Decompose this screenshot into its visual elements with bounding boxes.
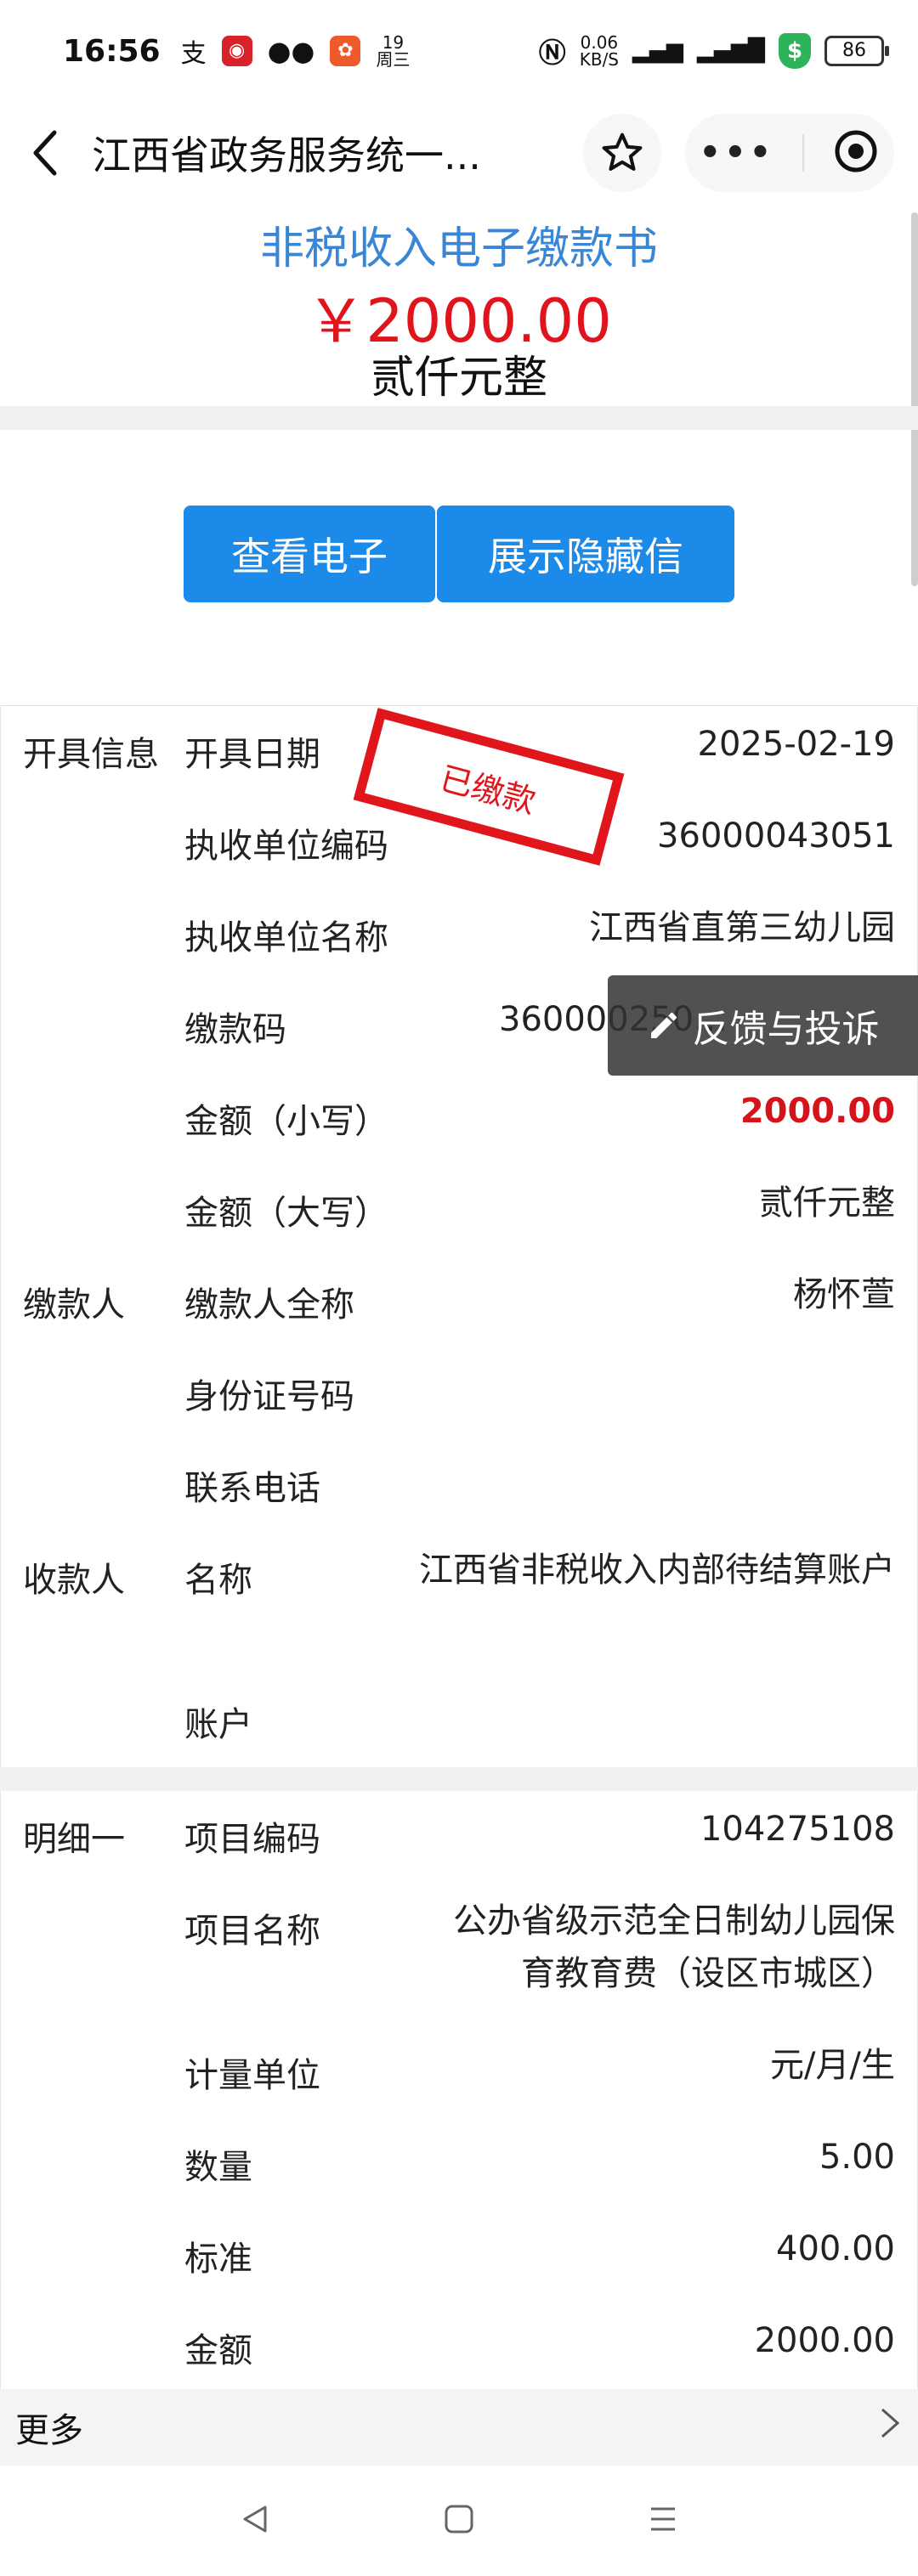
category-label: 缴款人 bbox=[23, 1285, 125, 1325]
more-bar[interactable]: 更多 bbox=[0, 2389, 918, 2466]
field-label: 金额（大写） bbox=[184, 1194, 388, 1233]
field-label: 计量单位 bbox=[184, 2056, 320, 2095]
more-dots-icon[interactable]: ••• bbox=[700, 133, 775, 172]
screen: 16:56 支 ◉ ●● ✿ 19 周三 Ⓝ 0.06 KB/S ▂▄▆ ▂▄▆… bbox=[0, 0, 918, 2576]
nfc-icon: Ⓝ bbox=[538, 37, 566, 69]
shopping-app-icon: ✿ bbox=[330, 36, 361, 66]
alipay-icon: 支 bbox=[180, 39, 207, 69]
amount-in-words: 贰仟元整 bbox=[370, 353, 547, 404]
section-divider bbox=[0, 406, 918, 430]
table-row: 缴款人 缴款人全称 杨怀萱 bbox=[1, 1257, 917, 1348]
table-row: 联系电话 bbox=[1, 1440, 917, 1532]
show-hidden-info-button[interactable]: 展示隐藏信 bbox=[437, 506, 734, 602]
field-value: 江西省非税收入内部待结算账户 bbox=[419, 1551, 895, 1590]
top-nav-bar: 江西省政务服务统一... ••• bbox=[0, 102, 918, 204]
field-label: 项目名称 bbox=[184, 1912, 320, 1951]
chevron-right-icon bbox=[877, 2406, 903, 2449]
edit-pencil-icon bbox=[650, 1012, 677, 1038]
field-label: 名称 bbox=[184, 1561, 252, 1600]
table-row: 金额（大写） 贰仟元整 bbox=[1, 1165, 917, 1257]
favorite-star-button[interactable] bbox=[583, 114, 661, 192]
category-label: 开具信息 bbox=[23, 735, 159, 774]
field-value bbox=[439, 1432, 917, 1532]
status-time: 16:56 bbox=[63, 33, 161, 69]
field-label: 账户 bbox=[184, 1705, 252, 1744]
field-value: 公办省级示范全日制幼儿园保育教育费（设区市城区） bbox=[453, 1901, 895, 1993]
table-row: 账户 bbox=[1, 1676, 917, 1768]
field-label: 项目编码 bbox=[184, 1820, 320, 1859]
field-value: 400.00 bbox=[776, 2229, 895, 2268]
table-row: 明细一 项目编码 104275108 bbox=[1, 1791, 917, 1883]
nav-menu-icon[interactable] bbox=[646, 2502, 680, 2539]
field-value: 2000.00 bbox=[754, 2321, 895, 2360]
signal-5g-icon: ▂▄▆█ bbox=[697, 38, 765, 64]
table-row: 收款人 名称 江西省非税收入内部待结算账户 bbox=[1, 1532, 917, 1676]
table-row: 标准 400.00 bbox=[1, 2211, 917, 2302]
table-row: 计量单位 元/月/生 bbox=[1, 2027, 917, 2119]
nav-back-icon[interactable] bbox=[238, 2502, 272, 2539]
star-icon bbox=[602, 133, 643, 171]
table-row: 执收单位名称 江西省直第三幼儿园 bbox=[1, 890, 917, 981]
miniapp-capsule: ••• bbox=[685, 114, 894, 192]
detail-table: 明细一 项目编码 104275108 项目名称 公办省级示范全日制幼儿园保育教育… bbox=[0, 1791, 918, 2394]
field-value: 2000.00 bbox=[740, 1092, 895, 1131]
invoice-info-table: 开具信息 开具日期 2025-02-19 执收单位编码 36000043051 … bbox=[0, 705, 918, 1768]
table-row: 金额（小写） 2000.00 bbox=[1, 1073, 917, 1165]
document-title: 非税收入电子缴款书 bbox=[259, 223, 658, 274]
field-value: 5.00 bbox=[819, 2138, 895, 2177]
field-label: 联系电话 bbox=[184, 1469, 320, 1508]
feedback-button[interactable]: 反馈与投诉 bbox=[608, 975, 918, 1076]
table-row: 金额 2000.00 bbox=[1, 2302, 917, 2394]
field-label: 标准 bbox=[184, 2240, 252, 2279]
field-value bbox=[439, 1340, 917, 1440]
page-title: 江西省政务服务统一... bbox=[92, 133, 481, 178]
more-label: 更多 bbox=[15, 2411, 83, 2450]
table-row: 项目名称 公办省级示范全日制幼儿园保育教育费（设区市城区） bbox=[1, 1883, 917, 2027]
table-row: 身份证号码 bbox=[1, 1348, 917, 1440]
field-label: 数量 bbox=[184, 2148, 252, 2187]
category-label: 明细一 bbox=[23, 1820, 125, 1859]
status-bar: 16:56 支 ◉ ●● ✿ 19 周三 Ⓝ 0.06 KB/S ▂▄▆ ▂▄▆… bbox=[0, 0, 918, 102]
notification-icons: 支 ◉ ●● ✿ 19 周三 bbox=[181, 32, 411, 70]
nav-actions: ••• bbox=[583, 114, 894, 192]
field-label: 缴款人全称 bbox=[184, 1285, 354, 1325]
view-electronic-button[interactable]: 查看电子 bbox=[184, 506, 435, 602]
field-label: 执收单位名称 bbox=[184, 918, 388, 958]
signal-4g-icon: ▂▄▆ bbox=[632, 38, 684, 64]
action-buttons: 查看电子 展示隐藏信 bbox=[184, 506, 734, 602]
field-value bbox=[439, 1668, 917, 1768]
system-status: Ⓝ 0.06 KB/S ▂▄▆ ▂▄▆█ $ 86 bbox=[538, 31, 889, 71]
battery-indicator: 86 bbox=[824, 36, 889, 66]
field-value: 元/月/生 bbox=[770, 2046, 895, 2085]
close-target-icon[interactable] bbox=[832, 127, 880, 178]
system-nav-bar bbox=[0, 2466, 918, 2576]
field-value: 江西省直第三幼儿园 bbox=[589, 908, 895, 947]
capsule-divider bbox=[802, 134, 805, 172]
feedback-label: 反馈与投诉 bbox=[692, 1008, 880, 1051]
net-speed: 0.06 KB/S bbox=[579, 32, 620, 70]
table-row: 数量 5.00 bbox=[1, 2119, 917, 2211]
field-label: 金额 bbox=[184, 2331, 252, 2370]
field-value: 杨怀萱 bbox=[793, 1275, 895, 1314]
field-value: 104275108 bbox=[700, 1810, 895, 1849]
category-label: 收款人 bbox=[23, 1561, 125, 1600]
date-badge: 19 周三 bbox=[376, 32, 411, 70]
security-shield-icon: $ bbox=[779, 33, 811, 69]
wechat-icon: ●● bbox=[267, 35, 315, 67]
back-arrow-icon[interactable] bbox=[24, 127, 66, 178]
field-label: 金额（小写） bbox=[184, 1102, 388, 1141]
bank-app-icon: ◉ bbox=[221, 36, 252, 66]
field-value: 贰仟元整 bbox=[759, 1183, 895, 1223]
field-label: 缴款码 bbox=[184, 1010, 286, 1049]
field-label: 身份证号码 bbox=[184, 1377, 354, 1416]
nav-home-icon[interactable] bbox=[442, 2502, 476, 2539]
